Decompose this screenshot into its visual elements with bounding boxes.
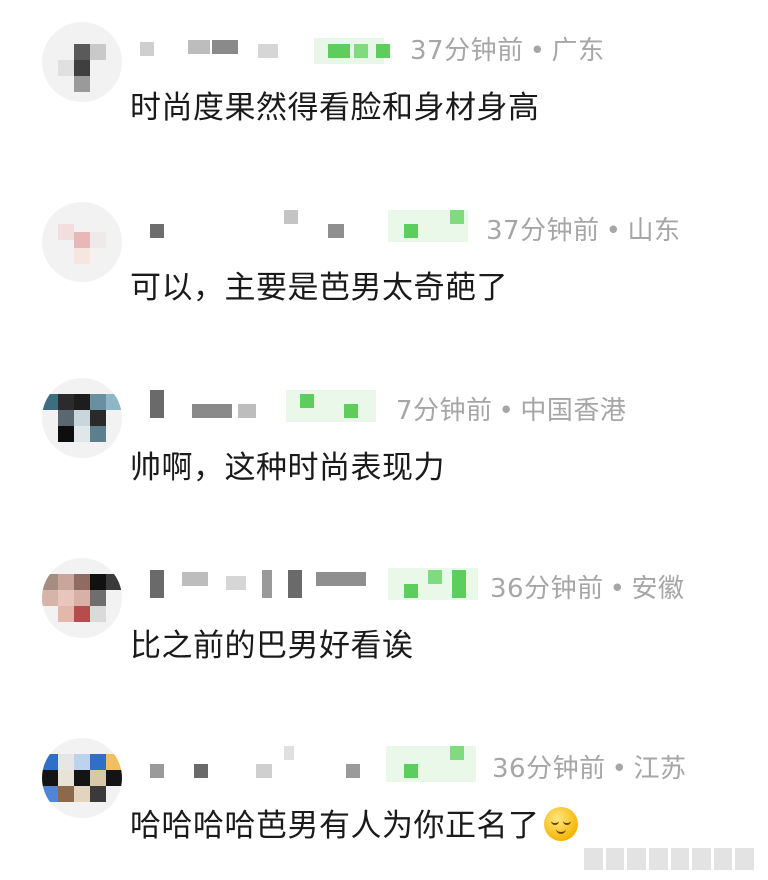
comment-text: 可以，主要是芭男太奇葩了 <box>130 270 508 306</box>
watermark-obscured <box>584 848 754 870</box>
avatar[interactable] <box>42 22 122 102</box>
dot-separator: • <box>611 754 628 784</box>
comment-text: 时尚度果然得看脸和身材身高 <box>130 90 540 126</box>
comment-text: 比之前的巴男好看诶 <box>130 628 414 664</box>
comment-text-content: 哈哈哈哈芭男有人为你正名了 <box>130 808 540 844</box>
comment-location: 山东 <box>627 216 681 246</box>
avatar[interactable] <box>42 558 122 638</box>
comment-time: 37分钟前 <box>486 216 600 246</box>
comment-time: 7分钟前 <box>396 396 493 426</box>
dot-separator: • <box>609 574 626 604</box>
comment-meta: 7分钟前 • 中国香港 <box>396 390 626 427</box>
dot-separator: • <box>529 36 546 66</box>
comment-location: 安徽 <box>631 574 685 604</box>
comment-location: 广东 <box>551 36 605 66</box>
avatar[interactable] <box>42 202 122 282</box>
comment-meta: 36分钟前 • 安徽 <box>490 568 684 605</box>
comment-text: 帅啊，这种时尚表现力 <box>130 450 445 486</box>
comment-meta: 37分钟前 • 山东 <box>486 210 680 247</box>
comment-meta: 37分钟前 • 广东 <box>410 30 604 67</box>
avatar[interactable] <box>42 738 122 818</box>
comment-location: 中国香港 <box>520 396 627 426</box>
comment-text: 哈哈哈哈芭男有人为你正名了 <box>130 800 578 845</box>
dot-separator: • <box>605 216 622 246</box>
dot-separator: • <box>498 396 515 426</box>
comment-meta: 36分钟前 • 江苏 <box>492 748 686 785</box>
relieved-face-icon <box>543 807 578 841</box>
comment-time: 36分钟前 <box>490 574 604 604</box>
avatar[interactable] <box>42 378 122 458</box>
comment-time: 36分钟前 <box>492 754 606 784</box>
comment-time: 37分钟前 <box>410 36 524 66</box>
comment-location: 江苏 <box>633 754 687 784</box>
